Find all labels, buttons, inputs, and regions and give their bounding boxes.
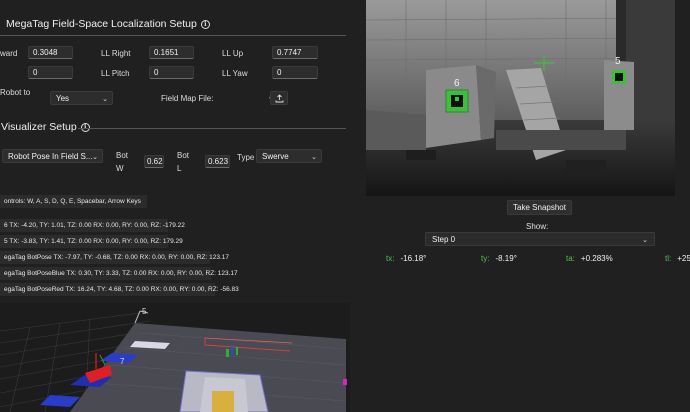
step-value: Step 0 bbox=[432, 235, 456, 244]
info-row: egaTag BotPoseBlue TX: 0.30, TY: 3.33, T… bbox=[0, 267, 238, 280]
metric-value: -8.19° bbox=[495, 254, 517, 263]
ll-yaw-label: LL Yaw bbox=[222, 69, 248, 78]
left-panel: MegaTag Field-Space Localization Setup i… bbox=[0, 0, 350, 412]
robot-to-value: Yes bbox=[56, 94, 70, 103]
robot-to-select[interactable]: Yes ⌄ bbox=[50, 91, 113, 105]
controls-hint: ontrols: W, A, S, D, Q, E, Spacebar, Arr… bbox=[0, 195, 147, 208]
visualizer-section-title: Visualizer Setup i bbox=[1, 121, 90, 133]
bot-l-input[interactable]: 0.623 bbox=[205, 155, 230, 168]
chevron-down-icon: ⌄ bbox=[642, 237, 648, 244]
field-3d-viewport[interactable]: 5 7 bbox=[0, 303, 350, 412]
tag-id-label: 5 bbox=[615, 56, 621, 67]
visualizer-title-text: Visualizer Setup bbox=[1, 121, 77, 133]
ll-up-input[interactable]: 0.7747 bbox=[272, 46, 318, 59]
megatag-section-title: MegaTag Field-Space Localization Setup i bbox=[6, 18, 210, 30]
take-snapshot-button[interactable]: Take Snapshot bbox=[507, 200, 572, 215]
view-mode-value: Robot Pose In Field S... bbox=[8, 152, 93, 161]
camera-stream[interactable]: 6 5 bbox=[366, 0, 675, 196]
metric-value: +25. bbox=[677, 254, 690, 263]
info-row: egaTag BotPose TX: -7.97, TY: -0.68, TZ:… bbox=[0, 251, 229, 264]
robot-to-label: Robot to bbox=[0, 88, 31, 97]
info-row: 5 TX: -3.83, TY: 1.41, TZ: 0.00 RX: 0.00… bbox=[0, 235, 183, 248]
chevron-down-icon: ⌄ bbox=[92, 154, 98, 161]
ll-pitch-label: LL Pitch bbox=[101, 69, 130, 78]
step-select[interactable]: Step 0 ⌄ bbox=[425, 232, 655, 246]
bot-w-label: Bot bbox=[116, 151, 129, 160]
metric-key: tx: bbox=[386, 254, 395, 263]
field-map-label: Field Map File: bbox=[161, 94, 214, 103]
chevron-down-icon: ⌄ bbox=[102, 96, 108, 103]
right-panel: 6 5 Take Snapshot Show: Step 0 ⌄ tx: -16.… bbox=[350, 0, 690, 412]
upload-button[interactable] bbox=[270, 91, 288, 105]
metric-key: ty: bbox=[481, 254, 490, 263]
ll-pitch-input[interactable]: 0 bbox=[149, 66, 194, 79]
tag-id-label: 6 bbox=[454, 78, 460, 89]
show-label: Show: bbox=[526, 222, 549, 231]
ll-right-label: LL Right bbox=[101, 49, 131, 58]
metric-tx: tx: -16.18° bbox=[386, 254, 426, 263]
side-input[interactable]: 0 bbox=[28, 66, 73, 79]
info-icon[interactable]: i bbox=[80, 122, 90, 132]
forward-label: ward bbox=[0, 49, 18, 58]
metric-key: ta: bbox=[566, 254, 575, 263]
megatag-title-text: MegaTag Field-Space Localization Setup bbox=[6, 18, 197, 30]
ll-up-label: LL Up bbox=[222, 49, 244, 58]
metric-ta: ta: +0.283% bbox=[566, 254, 613, 263]
info-icon[interactable]: i bbox=[200, 19, 210, 29]
metric-key: tl: bbox=[665, 254, 672, 263]
bot-l-label-2: L bbox=[177, 164, 182, 173]
info-row: egaTag BotPoseRed TX: 16.24, TY: 4.68, T… bbox=[0, 283, 239, 296]
info-row: 6 TX: -4.20, TY: 1.01, TZ: 0.00 RX: 0.00… bbox=[0, 219, 185, 232]
upload-icon bbox=[275, 93, 283, 102]
view-mode-select[interactable]: Robot Pose In Field S... ⌄ bbox=[2, 149, 103, 163]
metric-value: +0.283% bbox=[580, 254, 613, 263]
drive-type-value: Swerve bbox=[262, 152, 289, 161]
drive-type-select[interactable]: Swerve ⌄ bbox=[256, 149, 322, 163]
bot-l-label: Bot bbox=[177, 151, 190, 160]
metric-value: -16.18° bbox=[400, 254, 427, 263]
chevron-down-icon: ⌄ bbox=[311, 154, 317, 161]
field-scene bbox=[0, 303, 350, 412]
metric-tl: tl: +25. bbox=[665, 254, 690, 263]
forward-input[interactable]: 0.3048 bbox=[28, 46, 73, 59]
camera-image bbox=[366, 0, 675, 196]
bot-w-input[interactable]: 0.623 bbox=[144, 155, 164, 168]
bot-w-label-2: W bbox=[116, 164, 124, 173]
scene-tag-label: 5 bbox=[142, 307, 147, 316]
metric-ty: ty: -8.19° bbox=[481, 254, 517, 263]
scene-tag-label: 7 bbox=[120, 357, 125, 366]
section-divider bbox=[78, 128, 346, 129]
section-divider bbox=[0, 35, 346, 36]
ll-yaw-input[interactable]: 0 bbox=[272, 66, 318, 79]
ll-right-input[interactable]: 0.1651 bbox=[149, 46, 194, 59]
type-label: Type bbox=[237, 153, 255, 162]
